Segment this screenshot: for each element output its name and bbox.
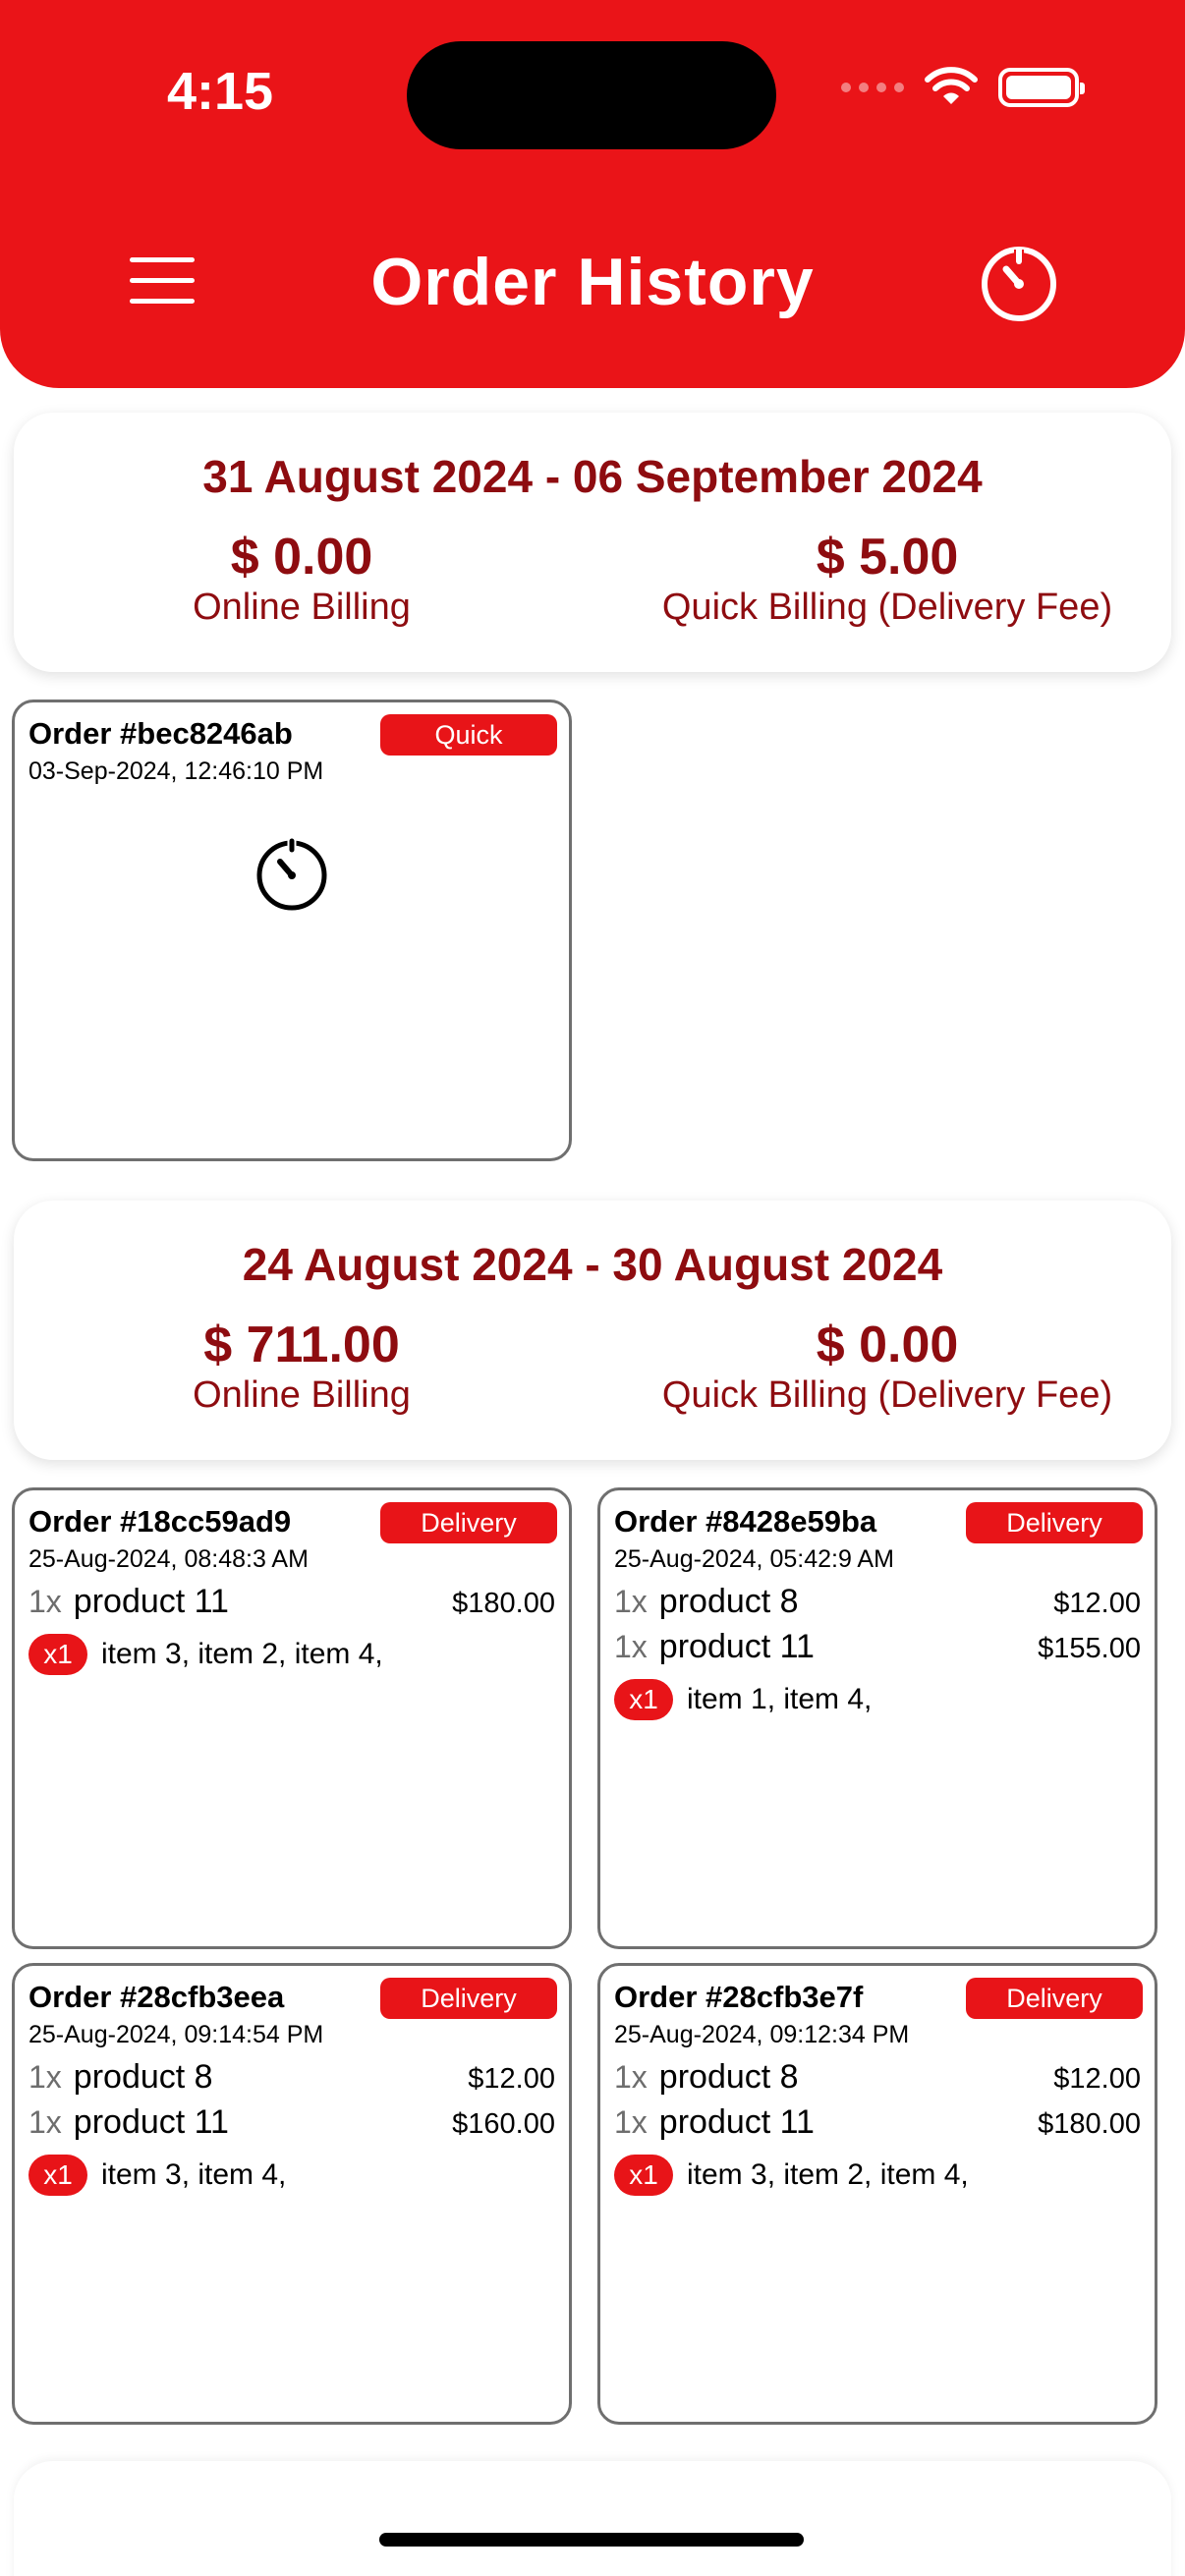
order-type-badge: Delivery: [966, 1502, 1143, 1543]
quick-billing-label: Quick Billing (Delivery Fee): [661, 587, 1113, 628]
item-name: product 8: [658, 2058, 799, 2096]
item-quantity: 1x: [614, 2059, 648, 2095]
dynamic-island: [407, 41, 776, 149]
item-quantity: 1x: [614, 1584, 648, 1619]
addon-row: x1 item 3, item 4,: [28, 2155, 555, 2196]
order-card[interactable]: Order #28cfb3e7f Delivery 25-Aug-2024, 0…: [597, 1963, 1157, 2425]
item-price: $12.00: [468, 2063, 555, 2095]
battery-icon: [998, 68, 1085, 107]
item-name: product 11: [658, 1628, 815, 1665]
order-type-badge: Delivery: [380, 1502, 557, 1543]
order-date: 25-Aug-2024, 09:14:54 PM: [28, 2021, 324, 2048]
item-quantity: 1x: [614, 2104, 648, 2140]
item-quantity: 1x: [28, 2059, 62, 2095]
timer-icon: [256, 838, 327, 911]
list-item: 1x product 11 $155.00: [614, 1628, 1141, 1673]
week-summary: 31 August 2024 - 06 September 2024 $ 0.0…: [14, 413, 1171, 672]
addon-list: item 1, item 4,: [687, 1683, 873, 1715]
online-billing-amount: $ 711.00: [203, 1316, 400, 1373]
order-date: 25-Aug-2024, 05:42:9 AM: [614, 1545, 894, 1573]
list-item: 1x product 11 $180.00: [614, 2103, 1141, 2149]
order-items: 1x product 11 $180.00 x1 item 3, item 2,…: [28, 1583, 555, 1675]
addon-count-badge: x1: [614, 2155, 673, 2196]
online-billing-label: Online Billing: [193, 587, 411, 628]
order-number: Order #18cc59ad9: [28, 1504, 292, 1539]
item-quantity: 1x: [28, 2104, 62, 2140]
order-date: 25-Aug-2024, 08:48:3 AM: [28, 1545, 309, 1573]
list-item: 1x product 11 $160.00: [28, 2103, 555, 2149]
week-range: 24 August 2024 - 30 August 2024: [242, 1239, 943, 1290]
addon-count-badge: x1: [28, 1634, 87, 1675]
app-header: 4:15 Order History: [0, 0, 1185, 388]
list-item: 1x product 8 $12.00: [28, 2058, 555, 2103]
addon-list: item 3, item 4,: [101, 2158, 287, 2191]
item-name: product 11: [73, 2103, 229, 2141]
addon-list: item 3, item 2, item 4,: [687, 2158, 969, 2191]
week-summary-partial: [14, 2461, 1171, 2576]
item-quantity: 1x: [28, 1584, 62, 1619]
addon-count-badge: x1: [614, 1679, 673, 1720]
quick-billing-amount: $ 0.00: [816, 1316, 959, 1373]
list-item: 1x product 8 $12.00: [614, 2058, 1141, 2103]
order-items: 1x product 8 $12.00 1x product 11 $160.0…: [28, 2058, 555, 2196]
item-quantity: 1x: [614, 1629, 648, 1664]
item-name: product 11: [658, 2103, 815, 2141]
list-item: 1x product 11 $180.00: [28, 1583, 555, 1628]
week-range: 31 August 2024 - 06 September 2024: [202, 451, 983, 502]
item-price: $155.00: [1038, 1633, 1141, 1664]
order-card[interactable]: Order #28cfb3eea Delivery 25-Aug-2024, 0…: [12, 1963, 572, 2425]
item-price: $180.00: [1038, 2108, 1141, 2140]
item-price: $12.00: [1053, 1588, 1141, 1619]
item-name: product 11: [73, 1583, 229, 1620]
item-name: product 8: [73, 2058, 213, 2096]
quick-billing-label: Quick Billing (Delivery Fee): [661, 1374, 1113, 1416]
addon-count-badge: x1: [28, 2155, 87, 2196]
week-summary: 24 August 2024 - 30 August 2024 $ 711.00…: [14, 1201, 1171, 1460]
order-card[interactable]: Order #bec8246ab Quick 03-Sep-2024, 12:4…: [12, 700, 572, 1161]
order-type-badge: Delivery: [966, 1978, 1143, 2019]
item-price: $160.00: [452, 2108, 555, 2140]
item-name: product 8: [658, 1583, 799, 1620]
item-price: $180.00: [452, 1588, 555, 1619]
status-indicators: [841, 67, 1085, 108]
wifi-icon: [925, 67, 978, 104]
home-indicator[interactable]: [379, 2533, 804, 2547]
addon-list: item 3, item 2, item 4,: [101, 1638, 383, 1670]
order-date: 25-Aug-2024, 09:12:34 PM: [614, 2021, 910, 2048]
order-items: 1x product 8 $12.00 1x product 11 $155.0…: [614, 1583, 1141, 1720]
online-billing-amount: $ 0.00: [230, 529, 373, 586]
order-type-badge: Delivery: [380, 1978, 557, 2019]
order-date: 03-Sep-2024, 12:46:10 PM: [28, 757, 324, 785]
item-price: $12.00: [1053, 2063, 1141, 2095]
quick-billing-amount: $ 5.00: [816, 529, 959, 586]
addon-row: x1 item 1, item 4,: [614, 1679, 1141, 1720]
order-number: Order #8428e59ba: [614, 1504, 877, 1539]
addon-row: x1 item 3, item 2, item 4,: [614, 2155, 1141, 2196]
online-billing-label: Online Billing: [193, 1374, 411, 1416]
order-card[interactable]: Order #18cc59ad9 Delivery 25-Aug-2024, 0…: [12, 1487, 572, 1949]
list-item: 1x product 8 $12.00: [614, 1583, 1141, 1628]
timer-icon[interactable]: [977, 242, 1061, 326]
addon-row: x1 item 3, item 2, item 4,: [28, 1634, 555, 1675]
status-time: 4:15: [167, 62, 274, 121]
order-items: 1x product 8 $12.00 1x product 11 $180.0…: [614, 2058, 1141, 2196]
order-number: Order #28cfb3e7f: [614, 1980, 864, 2014]
order-type-badge: Quick: [380, 714, 557, 756]
signal-icon: [841, 83, 904, 92]
order-card[interactable]: Order #8428e59ba Delivery 25-Aug-2024, 0…: [597, 1487, 1157, 1949]
order-number: Order #bec8246ab: [28, 716, 293, 751]
order-number: Order #28cfb3eea: [28, 1980, 285, 2014]
